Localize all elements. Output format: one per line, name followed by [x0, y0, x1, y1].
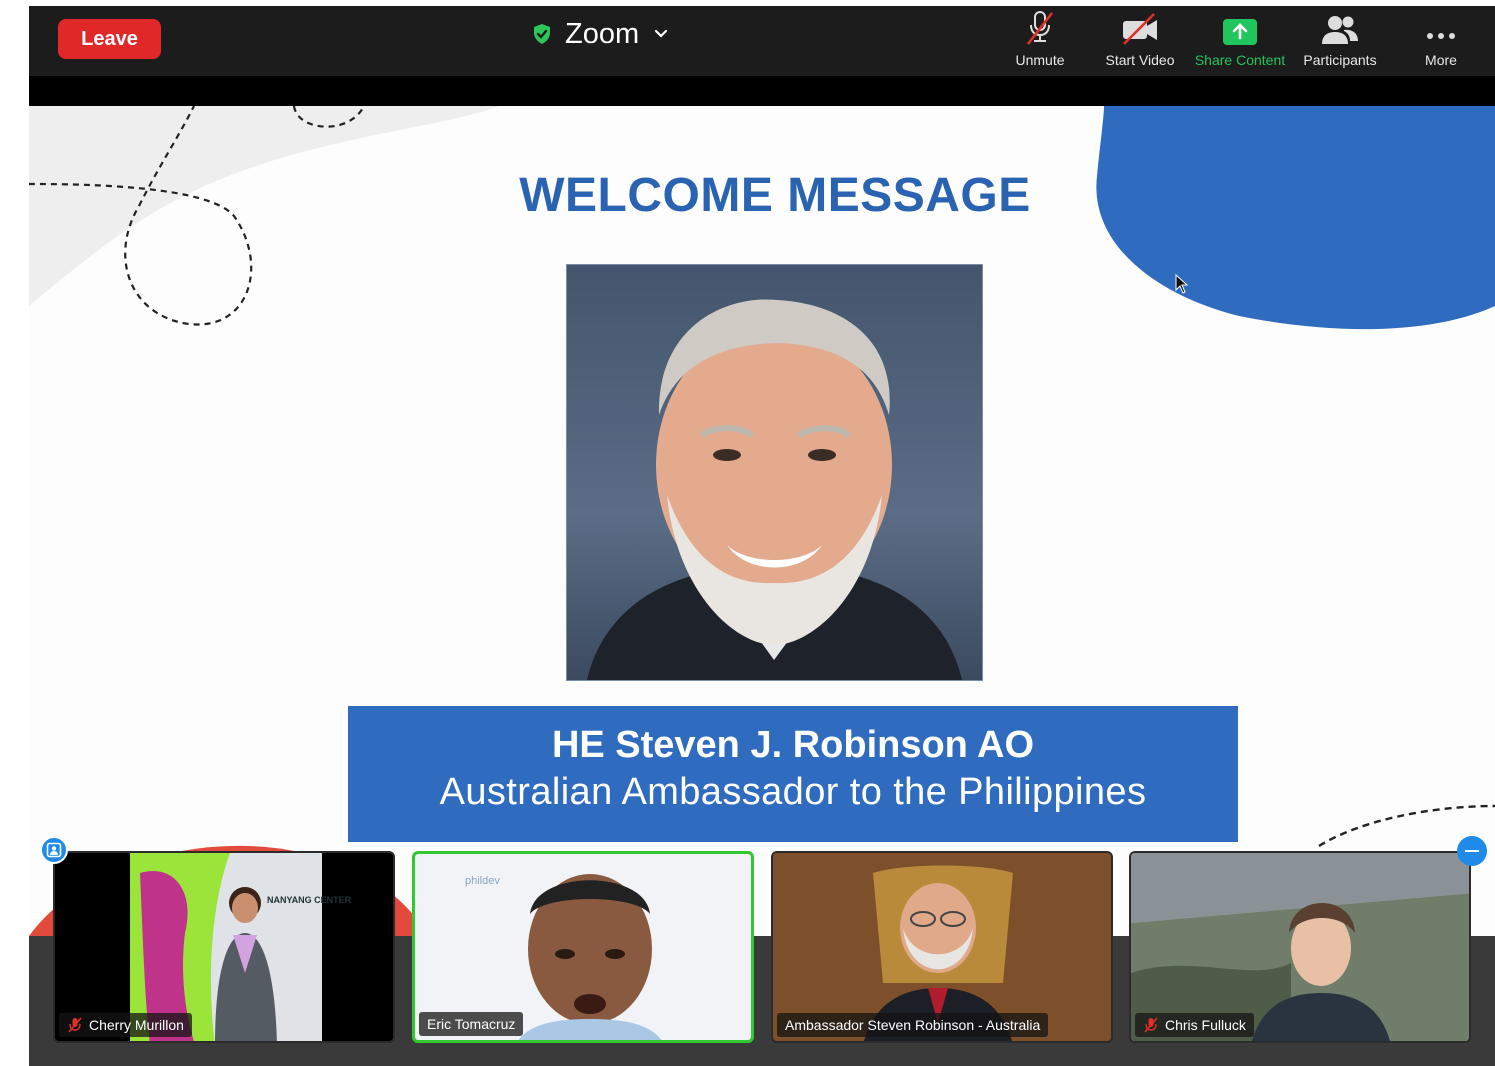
background-logo-text: phildev	[465, 875, 500, 887]
participant-name-tag: Eric Tomacruz	[419, 1012, 524, 1036]
mic-muted-icon	[1026, 11, 1054, 45]
participant-name: Eric Tomacruz	[427, 1016, 516, 1032]
ambassador-portrait	[566, 264, 983, 681]
share-content-button[interactable]: Share Content	[1192, 10, 1288, 70]
participant-name: Chris Fulluck	[1165, 1017, 1246, 1033]
speaker-role: Australian Ambassador to the Philippines	[439, 771, 1147, 813]
slide-title: WELCOME MESSAGE	[519, 169, 1031, 222]
video-off-icon	[1123, 13, 1157, 45]
mouse-cursor-icon	[1175, 274, 1189, 294]
meeting-toolbar: Leave Zoom Unmute Start Video Share Cont…	[29, 6, 1495, 76]
gallery-view-button[interactable]	[40, 836, 68, 864]
participant-name: Ambassador Steven Robinson - Australia	[785, 1017, 1041, 1033]
participant-tile-eric[interactable]: phildev Eric Tomacruz	[412, 851, 754, 1043]
minus-icon	[1465, 850, 1479, 852]
person-card-icon	[46, 842, 62, 858]
participant-name-tag: Chris Fulluck	[1135, 1013, 1254, 1037]
participant-tile-ambassador[interactable]: Ambassador Steven Robinson - Australia	[771, 851, 1113, 1043]
shield-check-icon	[534, 24, 550, 44]
zoom-window: Leave Zoom Unmute Start Video Share Cont…	[29, 6, 1495, 1066]
start-video-button[interactable]: Start Video	[1092, 10, 1188, 70]
share-arrow-icon	[1223, 19, 1257, 45]
participants-icon	[1322, 16, 1358, 44]
start-video-label: Start Video	[1105, 52, 1175, 68]
background-sign-text: NANYANG CENTER	[267, 895, 352, 905]
unmute-button[interactable]: Unmute	[992, 10, 1088, 70]
more-button[interactable]: More	[1393, 10, 1489, 70]
participants-button[interactable]: Participants	[1292, 10, 1388, 70]
chevron-down-icon	[655, 29, 668, 38]
participant-name: Cherry Murillon	[89, 1017, 184, 1033]
speaker-caption: HE Steven J. Robinson AO Australian Amba…	[348, 706, 1238, 842]
participant-name-tag: Cherry Murillon	[59, 1013, 192, 1037]
mic-muted-icon	[68, 1017, 82, 1033]
unmute-label: Unmute	[1015, 52, 1065, 68]
ellipsis-icon	[1427, 33, 1455, 39]
portrait-illustration	[587, 299, 962, 680]
participants-label: Participants	[1303, 52, 1377, 68]
participant-tile-cherry[interactable]: NANYANG CENTER Cherry Murillon	[53, 851, 395, 1043]
minimize-gallery-button[interactable]	[1457, 836, 1487, 866]
leave-button[interactable]: Leave	[58, 19, 161, 59]
participant-tile-chris[interactable]: Chris Fulluck	[1129, 851, 1471, 1043]
mic-muted-icon	[1144, 1017, 1158, 1033]
more-label: More	[1425, 52, 1457, 68]
shared-screen: WELCOME MESSAGE HE Steven J. Robinson AO…	[29, 106, 1495, 936]
speaker-name: HE Steven J. Robinson AO	[551, 724, 1035, 766]
meeting-title[interactable]: Zoom	[531, 16, 669, 52]
app-title-text: Zoom	[565, 17, 640, 50]
participant-name-tag: Ambassador Steven Robinson - Australia	[777, 1013, 1049, 1037]
share-content-label: Share Content	[1194, 52, 1286, 68]
